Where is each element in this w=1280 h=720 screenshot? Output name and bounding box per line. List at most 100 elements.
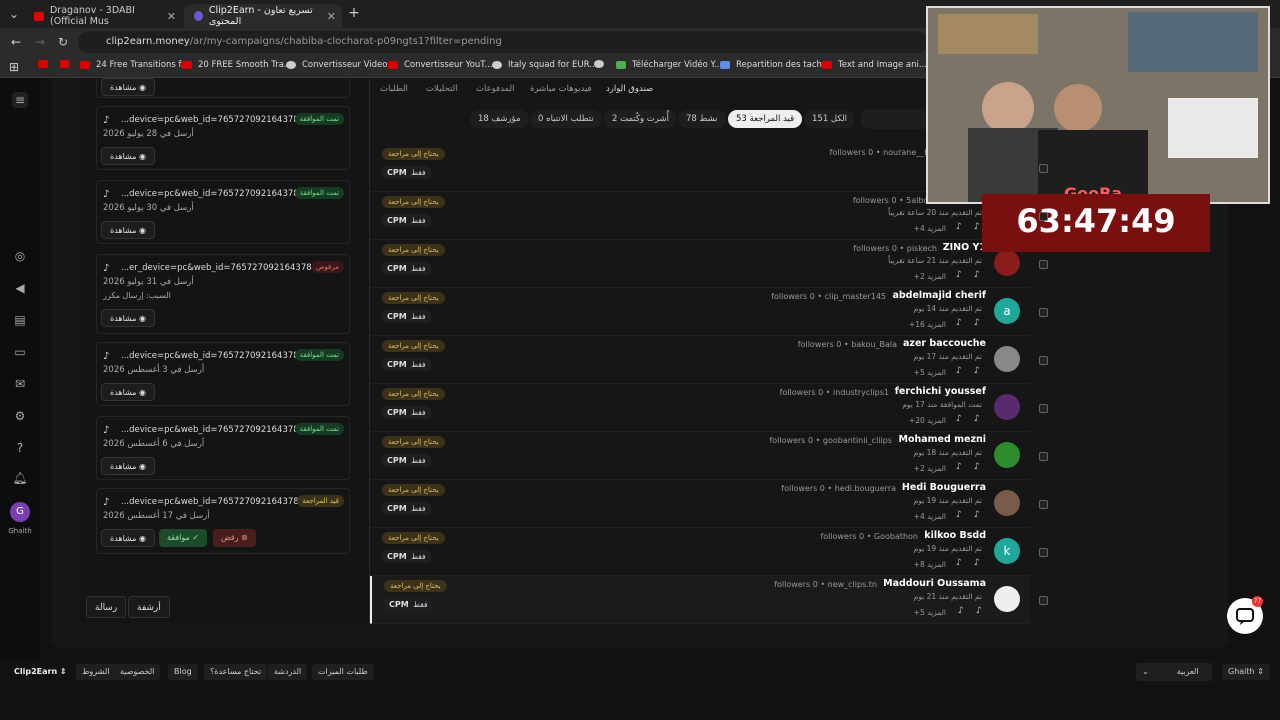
tab-inbox[interactable]: صندوق الوارد <box>606 84 653 94</box>
row-checkbox[interactable] <box>1039 164 1048 173</box>
footer-link-blog[interactable]: Blog <box>168 664 198 680</box>
bookmark-youtube-2[interactable] <box>60 60 76 68</box>
watch-button[interactable]: مشاهدة ◉ <box>101 383 155 401</box>
creator-name[interactable]: Maddouri Oussama <box>883 578 986 589</box>
footer-link-privacy[interactable]: الخصوصية <box>114 664 161 680</box>
archive-button[interactable]: أرشفة <box>128 596 170 618</box>
creator-name[interactable]: Mohamed mezni <box>899 434 987 445</box>
logo-icon[interactable]: ≡ <box>12 92 28 108</box>
submission-row[interactable]: يحتاج إلى مراجعة CPM فقط abdelmajid cherif… <box>370 288 1030 336</box>
chat-icon[interactable]: ▭ <box>12 344 28 360</box>
creator-name[interactable]: ferchichi youssef <box>895 386 986 397</box>
document-icon[interactable]: ▤ <box>12 312 28 328</box>
tab-analytics[interactable]: التحليلات <box>426 84 457 94</box>
row-checkbox[interactable] <box>1039 596 1048 605</box>
more-count[interactable]: +5 المزيد <box>914 608 946 617</box>
notification-bell-icon[interactable]: 🔔︎ <box>12 470 28 486</box>
row-checkbox[interactable] <box>1039 356 1048 365</box>
submission-url[interactable]: ...device=pc&web_id=7657270921643787794 <box>121 425 320 435</box>
footer-link-help[interactable]: تحتاج مساعدة؟ <box>204 664 268 680</box>
bookmark-item[interactable]: Convertisseur YouT... <box>388 60 493 70</box>
more-count[interactable]: +4 المزيد <box>914 224 946 233</box>
watch-button[interactable]: مشاهدة ◉ <box>101 147 155 165</box>
submission-url[interactable]: ...device=pc&web_id=7657270921643787794 <box>121 351 320 361</box>
submission-row[interactable]: يحتاج إلى مراجعة CPM فقط Maddouri Oussama f… <box>370 576 1030 624</box>
tab-payments[interactable]: المدفوعات <box>476 84 514 94</box>
bookmark-youtube-1[interactable] <box>38 60 54 68</box>
bookmark-item[interactable]: Repartition des tach... <box>720 60 830 70</box>
filter-active[interactable]: نشط 78 <box>678 110 726 128</box>
bookmark-item[interactable]: 20 FREE Smooth Tra... <box>182 60 292 70</box>
submission-row[interactable]: يحتاج إلى مراجعة CPM فقط Mohamed mezni foll… <box>370 432 1030 480</box>
reject-button[interactable]: رفض ⊗ <box>213 529 256 547</box>
reload-icon[interactable]: ↻ <box>55 34 71 50</box>
bookmark-item[interactable]: 24 Free Transitions f... <box>80 60 189 70</box>
back-icon[interactable]: ← <box>8 34 24 50</box>
more-count[interactable]: +2 المزيد <box>914 464 946 473</box>
compass-icon[interactable]: ◎ <box>12 248 28 264</box>
more-count[interactable]: +8 المزيد <box>914 560 946 569</box>
bookmark-item[interactable]: Télécharger Vidéo Y... <box>616 60 722 70</box>
submission-row[interactable]: يحتاج إلى مراجعة CPM فقط Hedi Bouguerra fol… <box>370 480 1030 528</box>
footer-link-terms[interactable]: الشروط <box>76 664 116 680</box>
more-count[interactable]: +20 المزيد <box>909 416 946 425</box>
submission-row[interactable]: يحتاج إلى مراجعة CPM فقط kilkoo Bsdd follow… <box>370 528 1030 576</box>
footer-link-feature-requests[interactable]: طلبات الميزات <box>312 664 374 680</box>
help-icon[interactable]: ? <box>12 440 28 456</box>
submission-row[interactable]: يحتاج إلى مراجعة CPM فقط azer baccouche fol… <box>370 336 1030 384</box>
settings-gear-icon[interactable]: ⚙ <box>12 408 28 424</box>
footer-link-chat[interactable]: الدردشة <box>268 664 308 680</box>
row-checkbox[interactable] <box>1039 212 1048 221</box>
forward-icon[interactable]: → <box>32 34 48 50</box>
watch-button[interactable]: مشاهدة ◉ <box>101 221 155 239</box>
submission-url[interactable]: ...er_device=pc&web_id=76572709216437877… <box>121 263 333 273</box>
bookmark-item[interactable]: Convertisseur Video... <box>286 60 395 70</box>
tab-live-videos[interactable]: فيديوهات مباشرة <box>530 84 592 94</box>
brand-switcher[interactable]: Clip2Earn ⇕ <box>8 664 73 680</box>
tab-list-chevron-icon[interactable]: ⌄ <box>6 6 22 22</box>
filter-all[interactable]: الكل 151 <box>804 110 856 128</box>
creator-name[interactable]: kilkoo Bsdd <box>924 530 986 541</box>
bookmark-item[interactable]: Italy squad for EUR... <box>492 60 597 70</box>
avatar[interactable]: G <box>10 502 30 522</box>
row-checkbox[interactable] <box>1039 500 1048 509</box>
user-menu[interactable]: Ghaith ⇕ <box>1222 664 1270 680</box>
submission-url[interactable]: ...device=pc&web_id=7657270921643787794 <box>121 189 320 199</box>
tab-clip2earn[interactable]: Clip2Earn - تسريع تعاون المحتوى ✕ <box>184 4 342 28</box>
creator-name[interactable]: Hedi Bouguerra <box>902 482 986 493</box>
watch-button[interactable]: مشاهدة ◉ <box>101 529 155 547</box>
close-icon[interactable]: ✕ <box>327 10 336 23</box>
submission-url[interactable]: ...device=pc&web_id=7657270921643787794 <box>121 497 320 507</box>
close-icon[interactable]: ✕ <box>167 10 176 23</box>
row-checkbox[interactable] <box>1039 260 1048 269</box>
new-tab-icon[interactable]: + <box>346 5 362 21</box>
tab-draganov[interactable]: Draganov - 3DABI (Official Mus ✕ <box>24 4 182 28</box>
row-checkbox[interactable] <box>1039 452 1048 461</box>
filter-pending[interactable]: قيد المراجعة 53 <box>728 110 803 128</box>
filter-archived[interactable]: مؤرشف 18 <box>470 110 529 128</box>
creator-name[interactable]: abdelmajid cherif <box>892 290 986 301</box>
row-checkbox[interactable] <box>1039 308 1048 317</box>
message-button[interactable]: رسالة <box>86 596 127 618</box>
tab-requests[interactable]: الطلبات <box>380 84 408 94</box>
submission-url[interactable]: ...device=pc&web_id=7657270921643787794 <box>121 115 320 125</box>
filter-attention[interactable]: تتطلب الانتباه 0 <box>530 110 602 128</box>
watch-button[interactable]: مشاهدة ◉ <box>101 309 155 327</box>
more-count[interactable]: +16 المزيد <box>909 320 946 329</box>
watch-button[interactable]: مشاهدة ◉ <box>101 457 155 475</box>
row-checkbox[interactable] <box>1039 548 1048 557</box>
more-count[interactable]: +2 المزيد <box>914 272 946 281</box>
bookmark-item[interactable] <box>594 60 610 68</box>
filter-flagged[interactable]: أُشرت وكُتمت 2 <box>604 110 677 128</box>
more-count[interactable]: +4 المزيد <box>914 512 946 521</box>
submission-row[interactable]: يحتاج إلى مراجعة CPM فقط ZINO Y1 followers … <box>370 240 1030 288</box>
more-count[interactable]: +5 المزيد <box>914 368 946 377</box>
accept-button[interactable]: موافقة ✓ <box>159 529 208 547</box>
apps-grid-icon[interactable]: ⊞ <box>6 59 22 75</box>
creator-name[interactable]: azer baccouche <box>903 338 986 349</box>
megaphone-icon[interactable]: ◀ <box>12 280 28 296</box>
url-input[interactable]: clip2earn.money/ar/my-campaigns/chabiba-… <box>78 31 928 53</box>
row-checkbox[interactable] <box>1039 404 1048 413</box>
inbox-icon[interactable]: ✉ <box>12 376 28 392</box>
watch-button[interactable]: مشاهدة ◉ <box>101 78 155 96</box>
